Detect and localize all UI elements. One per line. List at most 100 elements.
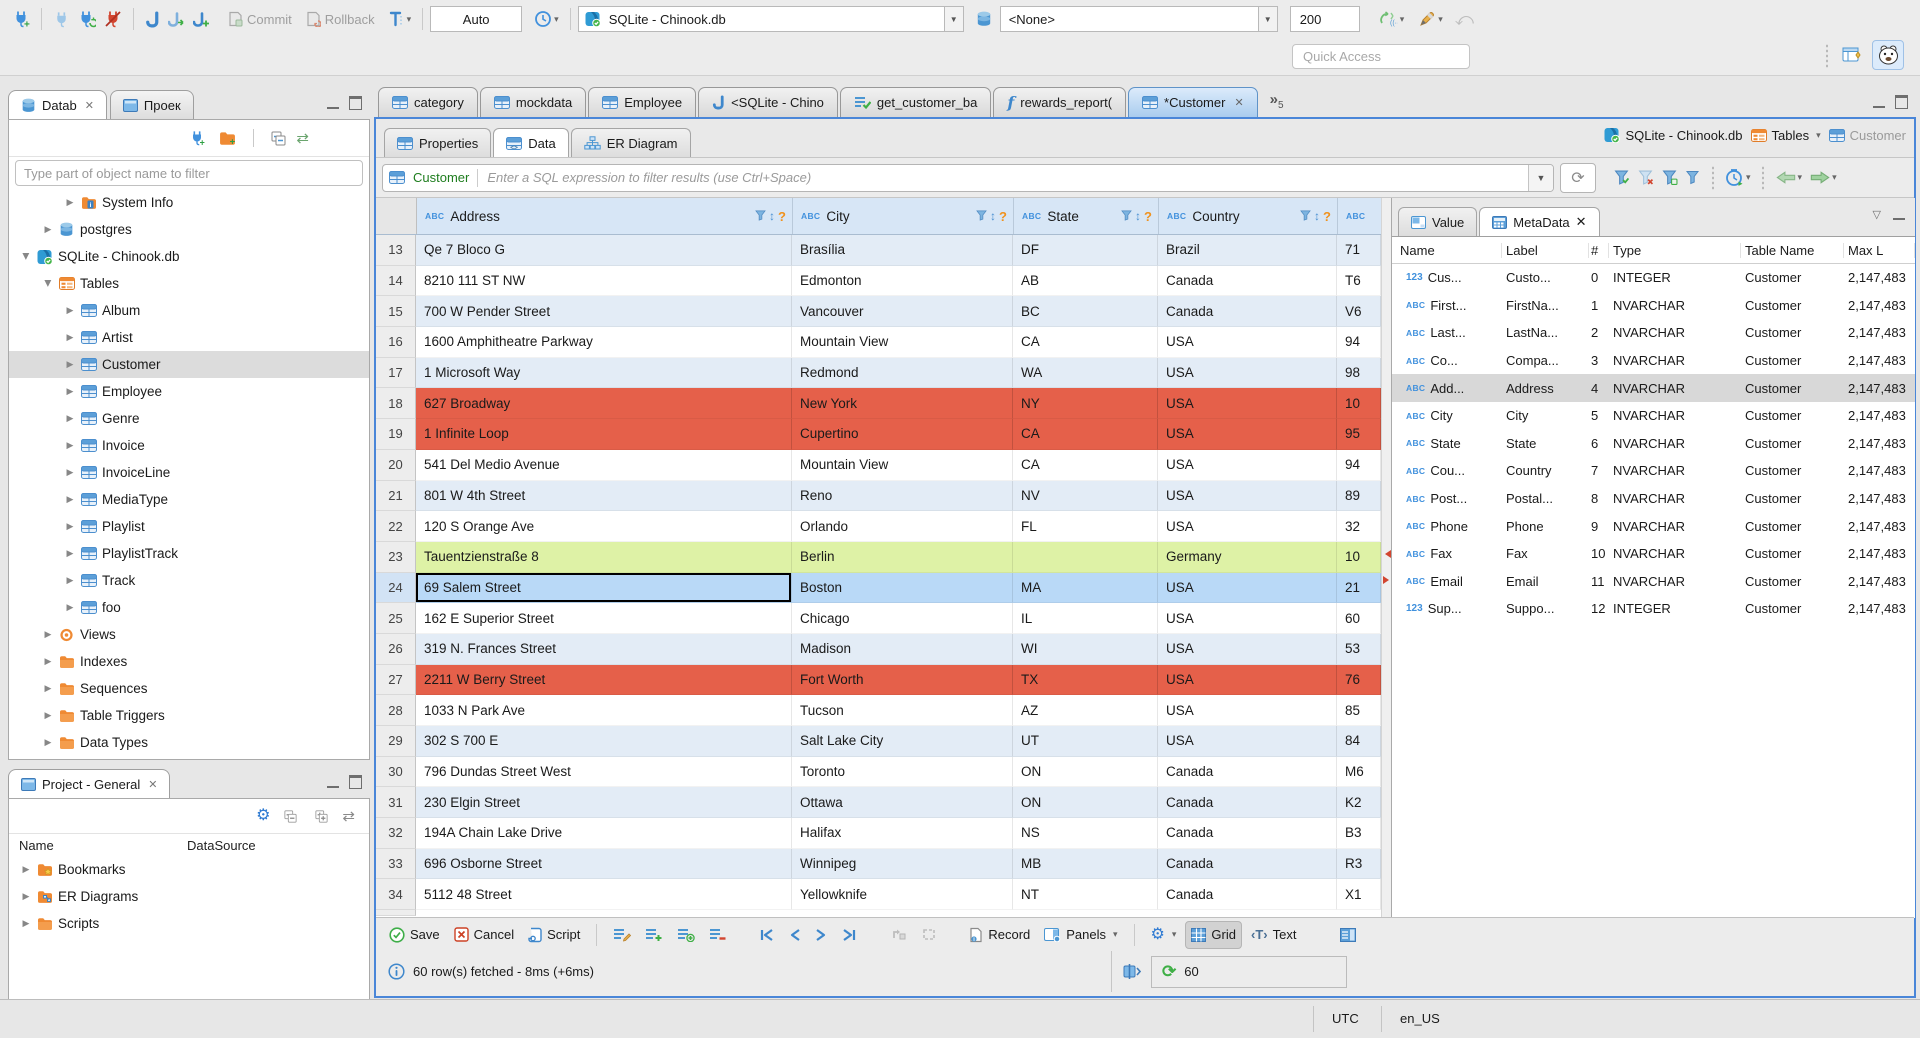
cell-postal[interactable]: 94 <box>1337 449 1381 481</box>
cell-address[interactable]: Tauentzienstraße 8 <box>416 541 792 573</box>
cell-address[interactable]: 1600 Amphitheatre Parkway <box>416 327 792 358</box>
meta-ordinal[interactable]: 7 <box>1589 463 1609 478</box>
grid-row-33[interactable]: 33 696 Osborne Street Winnipeg MB Canada R3 <box>376 848 1381 880</box>
meta-type[interactable]: NVARCHAR <box>1609 463 1741 478</box>
meta-name[interactable]: ABC Last... <box>1392 325 1502 340</box>
expand-arrow-icon[interactable]: ▶ <box>43 683 53 694</box>
cell-postal[interactable]: 98 <box>1337 357 1381 389</box>
save-filter-icon[interactable] <box>1658 165 1682 191</box>
meta-ordinal[interactable]: 2 <box>1589 325 1609 340</box>
cell-postal[interactable]: 32 <box>1337 511 1381 542</box>
meta-ordinal[interactable]: 12 <box>1589 601 1609 616</box>
meta-type[interactable]: NVARCHAR <box>1609 353 1741 368</box>
cell-state[interactable]: AB <box>1013 265 1158 297</box>
breadcrumb-customer[interactable]: Customer <box>1828 128 1906 143</box>
tree-item-customer[interactable]: ▶ Customer <box>9 351 369 378</box>
expand-arrow-icon[interactable]: ▶ <box>65 413 75 424</box>
editor-tab-employee[interactable]: Employee <box>588 87 697 117</box>
cell-country[interactable]: USA <box>1158 511 1337 542</box>
meta-label[interactable]: Country <box>1502 463 1589 478</box>
connection-dropdown-arrow[interactable]: ▼ <box>943 7 963 31</box>
expand-arrow-icon[interactable]: ▶ <box>65 386 75 397</box>
sort-icon[interactable]: ↕ <box>769 209 775 223</box>
cell-state[interactable]: CA <box>1013 327 1158 358</box>
row-number[interactable]: 27 <box>376 664 416 696</box>
cell-country[interactable]: USA <box>1158 388 1337 420</box>
tree-item-data-types[interactable]: ▶ Data Types <box>9 729 369 756</box>
grid-row-21[interactable]: 21 801 W 4th Street Reno NV USA 89 <box>376 480 1381 512</box>
cell-state[interactable]: BC <box>1013 296 1158 328</box>
row-number[interactable]: 14 <box>376 265 416 297</box>
cell-state[interactable]: DF <box>1013 235 1158 266</box>
cell-city[interactable]: Fort Worth <box>792 664 1013 696</box>
grid-row-22[interactable]: 22 120 S Orange Ave Orlando FL USA 32 <box>376 511 1381 542</box>
expand-arrow-icon[interactable]: ▶ <box>21 252 32 262</box>
meta-type[interactable]: NVARCHAR <box>1609 519 1741 534</box>
editor-tab-category[interactable]: category <box>378 87 478 117</box>
cell-address[interactable]: 541 Del Medio Avenue <box>416 449 792 481</box>
cell-address[interactable]: 230 Elgin Street <box>416 787 792 819</box>
cell-country[interactable]: USA <box>1158 726 1337 757</box>
sort-icon[interactable]: ↕ <box>1135 209 1141 223</box>
fetch-all-icon[interactable] <box>916 922 942 948</box>
tab-projects[interactable]: Проек <box>109 90 194 120</box>
cell-state[interactable]: IL <box>1013 603 1158 634</box>
cell-city[interactable]: Mountain View <box>792 327 1013 358</box>
meta-name[interactable]: ABC Add... <box>1392 381 1502 396</box>
expand-arrow-icon[interactable]: ▶ <box>65 197 75 208</box>
cell-country[interactable]: Canada <box>1158 818 1337 849</box>
apply-filter-icon[interactable] <box>1610 165 1634 191</box>
duplicate-row-icon[interactable] <box>672 922 700 948</box>
tree-item-playlist[interactable]: ▶ Playlist <box>9 513 369 540</box>
meta-max-length[interactable]: 2,147,483 <box>1844 298 1915 313</box>
cell-city[interactable]: New York <box>792 388 1013 420</box>
maximize-editor-icon[interactable] <box>1895 95 1908 109</box>
row-number[interactable]: 30 <box>376 756 416 788</box>
next-row-icon[interactable] <box>810 922 832 948</box>
cell-address[interactable]: 194A Chain Lake Drive <box>416 818 792 849</box>
meta-max-length[interactable]: 2,147,483 <box>1844 436 1915 451</box>
cell-state[interactable] <box>1013 541 1158 573</box>
connection-combo[interactable]: SQLite - Chinook.db ▼ <box>577 6 964 32</box>
row-number[interactable]: 26 <box>376 633 416 665</box>
cell-country[interactable]: USA <box>1158 357 1337 389</box>
format-pen-icon[interactable]: ▾ <box>1414 6 1447 32</box>
cell-address[interactable]: 5112 48 Street <box>416 879 792 911</box>
tab-database-navigator[interactable]: Datab ✕ <box>8 90 107 120</box>
meta-table-name[interactable]: Customer <box>1741 574 1844 589</box>
cell-state[interactable]: WA <box>1013 357 1158 389</box>
meta-label[interactable]: LastNa... <box>1502 325 1589 340</box>
meta-row-suppo[interactable]: 123 Sup... Suppo... 12 INTEGER Customer 2,147,… <box>1392 595 1915 623</box>
meta-label[interactable]: Email <box>1502 574 1589 589</box>
meta-type[interactable]: INTEGER <box>1609 601 1741 616</box>
cell-address[interactable]: 69 Salem Street <box>416 572 792 604</box>
meta-table-name[interactable]: Customer <box>1741 408 1844 423</box>
cell-address[interactable]: 302 S 700 E <box>416 726 792 757</box>
tree-item-track[interactable]: ▶ Track <box>9 567 369 594</box>
cell-postal[interactable]: 95 <box>1337 419 1381 450</box>
grid-row-18[interactable]: 18 627 Broadway New York NY USA 10 <box>376 388 1381 420</box>
grid-row-27[interactable]: 27 2211 W Berry Street Fort Worth TX USA 76 <box>376 664 1381 696</box>
meta-type[interactable]: NVARCHAR <box>1609 325 1741 340</box>
cell-address[interactable]: 120 S Orange Ave <box>416 511 792 542</box>
meta-name[interactable]: 123 Cus... <box>1392 270 1502 285</box>
tree-item-genre[interactable]: ▶ Genre <box>9 405 369 432</box>
column-header-state[interactable]: ABC State ↕? <box>1014 198 1159 234</box>
meta-max-length[interactable]: 2,147,483 <box>1844 325 1915 340</box>
meta-type[interactable]: NVARCHAR <box>1609 298 1741 313</box>
cell-postal[interactable]: 10 <box>1337 388 1381 420</box>
cell-state[interactable]: MA <box>1013 572 1158 604</box>
previous-row-icon[interactable] <box>784 922 806 948</box>
meta-table-name[interactable]: Customer <box>1741 491 1844 506</box>
meta-row-country[interactable]: ABC Cou... Country 7 NVARCHAR Customer 2,147,4… <box>1392 457 1915 485</box>
cell-country[interactable]: USA <box>1158 419 1337 450</box>
row-number[interactable]: 34 <box>376 879 416 911</box>
cell-city[interactable]: Mountain View <box>792 449 1013 481</box>
cell-state[interactable]: NV <box>1013 480 1158 512</box>
meta-name[interactable]: ABC Phone <box>1392 519 1502 534</box>
cell-state[interactable]: NS <box>1013 818 1158 849</box>
expand-arrow-icon[interactable]: ▶ <box>21 891 31 902</box>
meta-name[interactable]: ABC Fax <box>1392 546 1502 561</box>
meta-column-header-max-l[interactable]: Max L <box>1844 242 1915 258</box>
meta-row-compa[interactable]: ABC Co... Compa... 3 NVARCHAR Customer 2,147,4… <box>1392 347 1915 375</box>
